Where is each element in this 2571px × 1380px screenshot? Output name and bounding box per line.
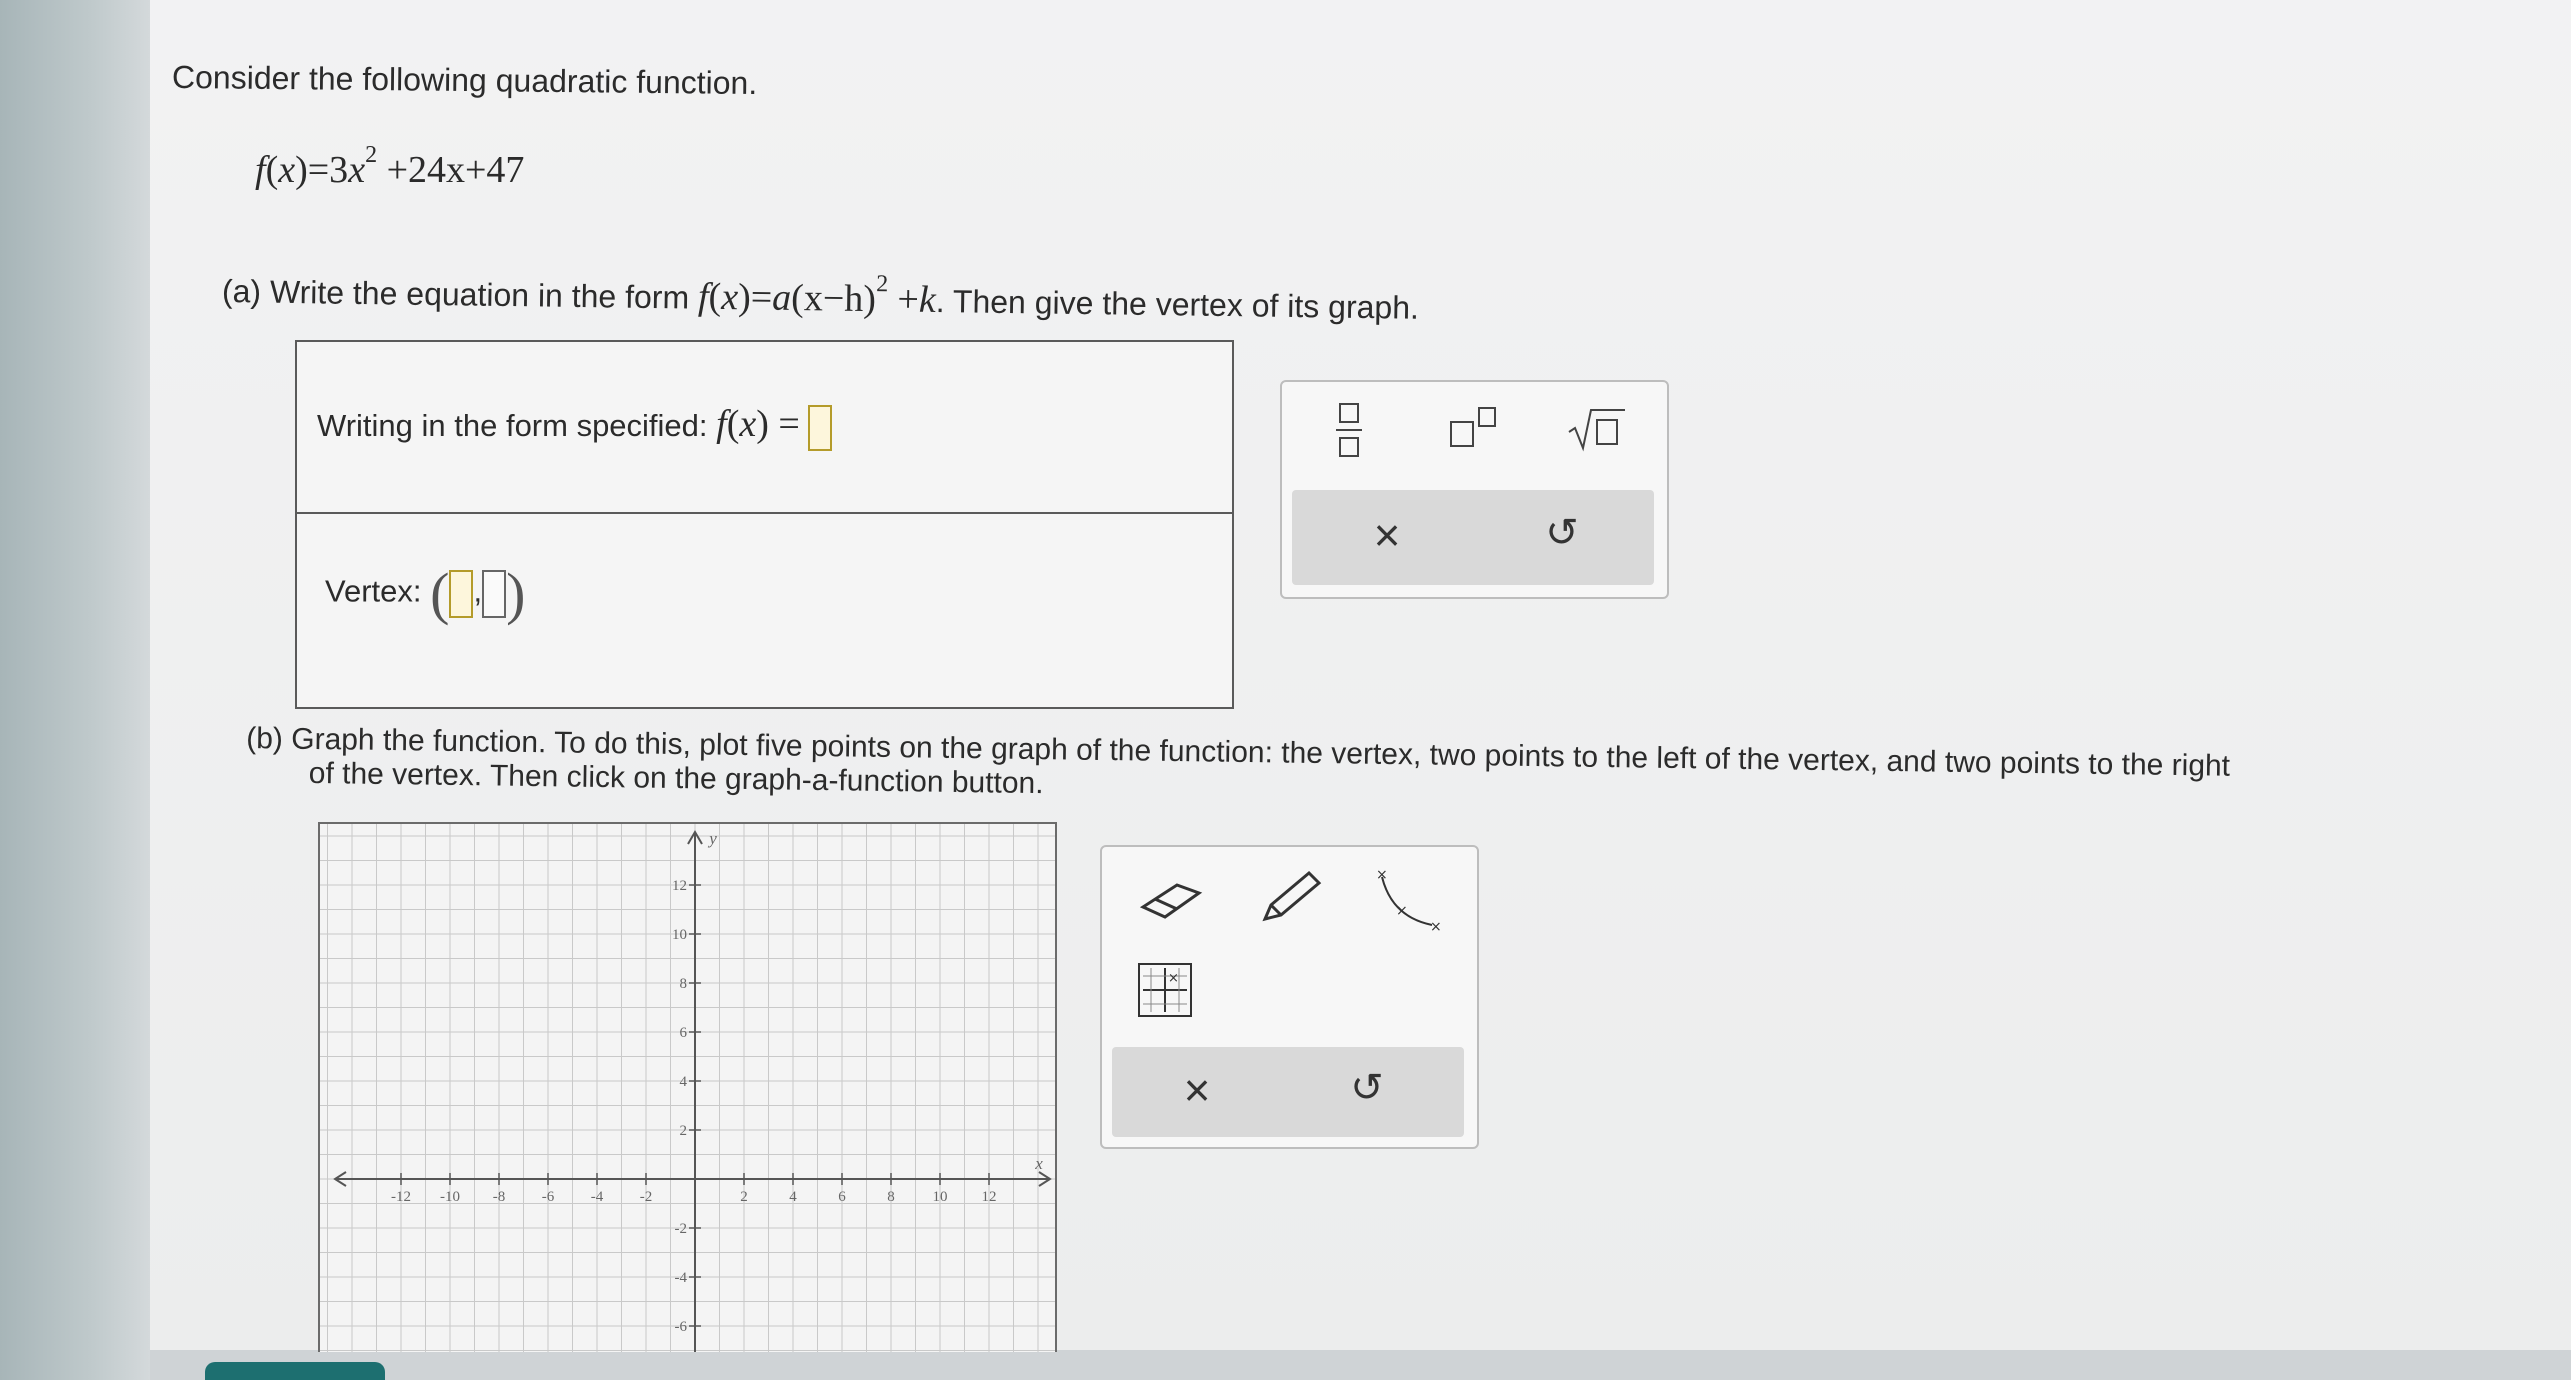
form-eq: =: [750, 276, 773, 319]
writing-row: Writing in the form specified: f(x) =: [317, 402, 833, 451]
grid-points-icon[interactable]: ×: [1137, 962, 1193, 1018]
x-tick-label: -10: [440, 1189, 460, 1205]
y-tick-label: 2: [680, 1123, 688, 1139]
square-root-icon[interactable]: [1567, 406, 1627, 452]
equation-answer-input[interactable]: [808, 404, 833, 451]
part-b-label: (b): [246, 722, 284, 756]
x-tick-label: -8: [493, 1189, 506, 1205]
writing-label: Writing in the form specified:: [317, 408, 708, 443]
function-rest: +24x+47: [386, 149, 525, 191]
superscript-icon[interactable]: [1447, 404, 1507, 454]
graph-area[interactable]: -12 -10 -8 -6 -4 -2 2 4 6 8 10 12 12 10 8 6 4 2 -2 -4 -6 y x: [318, 822, 1057, 1352]
x-tick-label: 6: [838, 1189, 846, 1205]
writing-eq: =: [778, 403, 800, 445]
x-tick-label: 8: [887, 1189, 895, 1205]
clear-icon[interactable]: ×: [1357, 508, 1417, 562]
vertex-close-paren: ): [506, 561, 526, 626]
form-exp: 2: [875, 271, 889, 298]
graph-toolbox: × × × × × ↺: [1100, 845, 1479, 1149]
form-x: x: [720, 275, 739, 319]
x-tick-label: 2: [740, 1189, 748, 1205]
bottom-action-tab[interactable]: [205, 1362, 385, 1380]
form-a: a: [771, 276, 792, 319]
undo-icon[interactable]: ↺: [1532, 510, 1592, 556]
function-exp: 2: [365, 142, 378, 169]
problem-intro: Consider the following quadratic functio…: [171, 58, 758, 102]
y-tick-label: -6: [675, 1319, 688, 1335]
answer-table: Writing in the form specified: f(x) = Ve…: [295, 340, 1234, 709]
vertex-row: Vertex: (,): [325, 560, 525, 627]
x-tick-label: -6: [542, 1189, 555, 1205]
part-a-prompt-end: . Then give the vertex of its graph.: [935, 282, 1420, 326]
x-tick-label: -4: [591, 1189, 604, 1205]
vertex-label: Vertex:: [325, 573, 422, 609]
part-a-prompt-start: Write the equation in the form: [269, 273, 690, 316]
graph-a-function-icon[interactable]: × × ×: [1372, 867, 1452, 937]
form-paren: (x−h): [790, 276, 877, 321]
vertex-x-input[interactable]: [449, 569, 474, 618]
y-tick-label: -4: [675, 1270, 688, 1286]
vertex-y-input[interactable]: [482, 569, 507, 618]
undo-icon[interactable]: ↺: [1337, 1065, 1397, 1111]
function-arg: x: [278, 149, 296, 191]
graph-toolbox-actions: × ↺: [1112, 1047, 1464, 1137]
y-tick-label: 12: [672, 878, 687, 894]
vertex-comma: ,: [473, 573, 483, 609]
form-plus: +: [897, 278, 920, 321]
x-tick-label: -2: [640, 1189, 653, 1205]
svg-text:×: ×: [1168, 971, 1179, 986]
x-tick-label: 12: [982, 1189, 997, 1205]
bottom-bar: [150, 1350, 2571, 1380]
x-axis-label: x: [1034, 1154, 1043, 1173]
svg-text:×: ×: [1430, 919, 1442, 935]
vertex-open-paren: (: [430, 561, 450, 626]
left-background: [0, 0, 150, 1380]
clear-icon[interactable]: ×: [1167, 1063, 1227, 1117]
x-tick-label: 4: [789, 1189, 797, 1205]
function-expression: f(x)=3x2 +24x+47: [255, 142, 525, 191]
y-tick-label: 4: [680, 1074, 688, 1090]
writing-x: x: [739, 403, 757, 445]
y-tick-label: 8: [680, 976, 688, 992]
y-axis-label: y: [707, 829, 717, 848]
vertex-form: f(x)=a(x−h)2 +k: [697, 271, 937, 321]
fraction-icon[interactable]: [1334, 400, 1364, 460]
x-tick-label: 10: [933, 1189, 948, 1205]
math-toolbox: × ↺: [1280, 380, 1669, 599]
y-tick-label: 6: [680, 1025, 688, 1041]
table-divider: [297, 512, 1232, 514]
eraser-icon[interactable]: [1137, 875, 1207, 925]
function-var: x: [348, 149, 366, 191]
writing-fx: f(x) =: [716, 403, 800, 445]
function-name: f: [255, 149, 266, 191]
form-k: k: [918, 278, 937, 321]
svg-text:×: ×: [1376, 867, 1388, 883]
part-a-label: (a): [221, 273, 262, 310]
y-tick-label: 10: [672, 927, 687, 943]
writing-f: f: [716, 403, 727, 445]
x-tick-label: -12: [391, 1189, 411, 1205]
svg-text:×: ×: [1396, 903, 1408, 919]
form-f: f: [697, 275, 709, 318]
math-toolbox-actions: × ↺: [1292, 490, 1654, 585]
coordinate-grid[interactable]: -12 -10 -8 -6 -4 -2 2 4 6 8 10 12 12 10 8 6 4 2 -2 -4 -6 y x: [320, 824, 1055, 1352]
pencil-icon[interactable]: [1257, 867, 1327, 927]
y-tick-label: -2: [675, 1221, 688, 1237]
function-coef: =3: [307, 149, 349, 191]
